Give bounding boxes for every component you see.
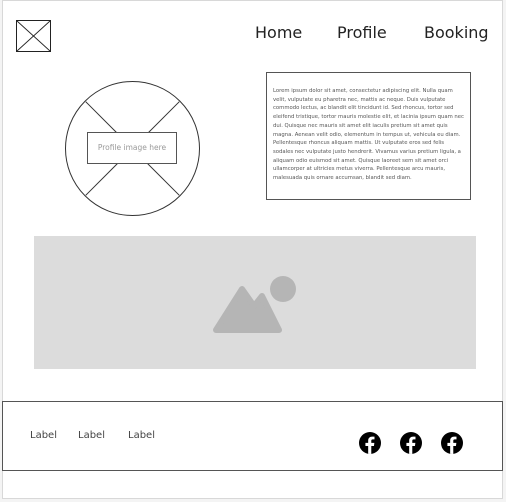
nav-home-link[interactable]: Home: [255, 23, 302, 42]
bio-text-box: Lorem ipsum dolor sit amet, consectetur …: [266, 72, 471, 200]
nav-booking-link[interactable]: Booking: [424, 23, 489, 42]
nav-profile-link[interactable]: Profile: [337, 23, 387, 42]
banner-image-placeholder: [34, 236, 476, 369]
footer-label[interactable]: Label: [128, 430, 155, 441]
facebook-icon[interactable]: [441, 432, 463, 454]
logo-placeholder-icon: [17, 21, 50, 51]
footer-label[interactable]: Label: [78, 430, 105, 441]
logo-placeholder[interactable]: [16, 20, 51, 52]
footer-label[interactable]: Label: [30, 430, 57, 441]
profile-image-placeholder: Profile image here: [65, 81, 200, 216]
profile-image-caption: Profile image here: [87, 132, 177, 164]
facebook-icon[interactable]: [359, 432, 381, 454]
bio-paragraph: Lorem ipsum dolor sit amet, consectetur …: [273, 88, 464, 182]
facebook-icon[interactable]: [400, 432, 422, 454]
image-icon: [213, 276, 296, 333]
footer: Label Label Label: [2, 401, 503, 471]
